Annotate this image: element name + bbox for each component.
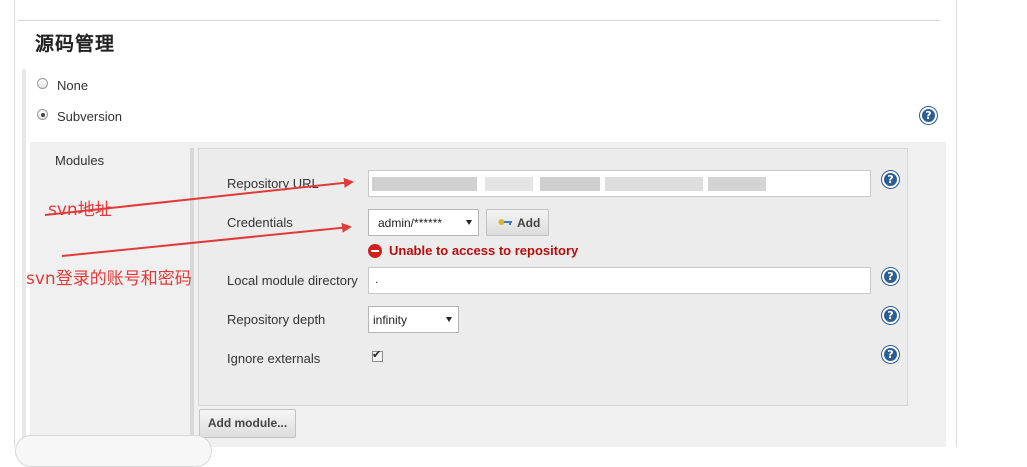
annotation-arrows (44, 177, 354, 257)
annotation-arrow-credentials (61, 222, 352, 257)
annotation-svn-login: svn登录的账号和密码 (26, 269, 192, 289)
annotation-svn-address: svn地址 (48, 200, 112, 220)
